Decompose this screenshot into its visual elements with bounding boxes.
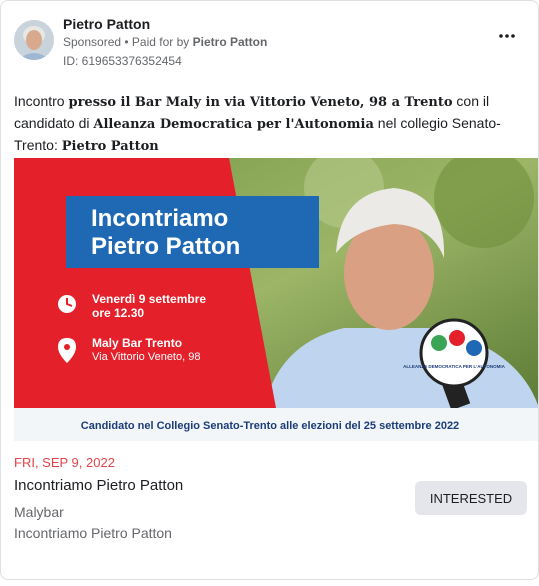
creative-title-1: Incontriamo [91, 205, 228, 232]
avatar[interactable] [14, 20, 54, 60]
event-title[interactable]: Incontriamo Pietro Patton [14, 477, 183, 494]
paid-for-by: Pietro Patton [192, 35, 268, 49]
creative-footer: Candidato nel Collegio Senato-Trento all… [81, 420, 459, 432]
ad-id: ID: 619653376352454 [63, 54, 182, 68]
event-date: FRI, SEP 9, 2022 [14, 455, 115, 470]
creative-place-2: Via Vittorio Veneto, 98 [92, 351, 200, 363]
body-bold-2: Alleanza Democratica per l'Autonomia [93, 117, 374, 132]
paid-for-prefix: Paid for by [131, 35, 190, 49]
body-bold-3: Pietro Patton [61, 139, 159, 154]
clock-icon [58, 295, 76, 313]
creative-place-1: Maly Bar Trento [92, 336, 182, 350]
more-options-button[interactable] [497, 27, 517, 47]
body-text-1: Incontro [14, 93, 69, 109]
interested-button[interactable]: INTERESTED [415, 481, 527, 515]
ad-creative-image[interactable]: ALLEANZA DEMOCRATICA PER L'AUTONOMIA Inc… [14, 158, 538, 441]
ad-card: Pietro Patton Sponsored • Paid for by Pi… [0, 0, 539, 580]
ad-body-text: Incontro presso il Bar Maly in via Vitto… [14, 91, 529, 157]
creative-date-1: Venerdì 9 settembre [92, 292, 206, 306]
sponsored-line: Sponsored • Paid for by Pietro Patton [63, 35, 268, 49]
badge-text: ALLEANZA DEMOCRATICA PER L'AUTONOMIA [403, 364, 506, 369]
body-bold-1: presso il Bar Maly in via Vittorio Venet… [68, 95, 453, 110]
creative-date-2: ore 12.30 [92, 306, 144, 320]
sponsored-label: Sponsored [63, 35, 122, 49]
creative-title-2: Pietro Patton [91, 233, 240, 260]
event-subtitle: Incontriamo Pietro Patton [14, 525, 172, 541]
more-horizontal-icon [499, 34, 515, 38]
event-location: Malybar [14, 504, 64, 520]
page-name[interactable]: Pietro Patton [63, 16, 150, 32]
